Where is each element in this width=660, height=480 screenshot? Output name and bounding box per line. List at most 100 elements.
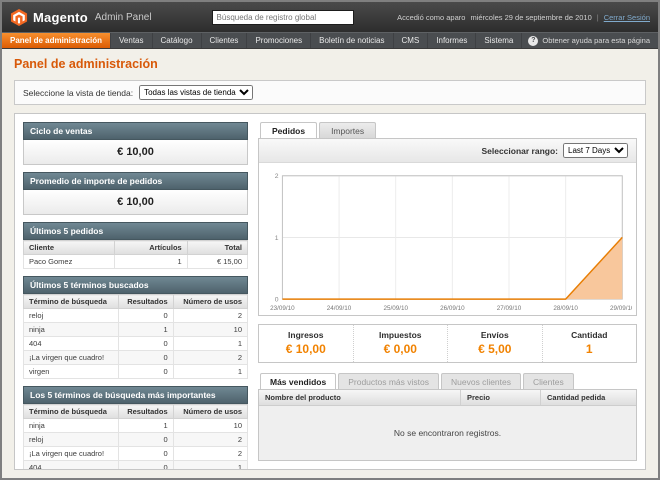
table-cell: 1 [173, 337, 247, 351]
bottom-tab[interactable]: Más vendidos [260, 373, 336, 390]
table-cell: 2 [173, 309, 247, 323]
nav-item[interactable]: Clientes [202, 33, 248, 48]
dashboard-panel: Ciclo de ventas € 10,00 Promedio de impo… [14, 113, 646, 470]
bottom-tab[interactable]: Nuevos clientes [441, 373, 521, 389]
table-cell: 0 [118, 309, 173, 323]
last-orders-card: Últimos 5 pedidos ClienteArtículosTotal … [23, 222, 248, 269]
dashboard-right-column: PedidosImportes Seleccionar rango: Last … [258, 122, 637, 461]
content-area: Panel de administración Seleccione la vi… [2, 49, 658, 478]
main-navbar: Panel de administraciónVentasCatálogoCli… [2, 32, 658, 49]
table-cell: 404 [24, 337, 119, 351]
svg-text:29/09/10: 29/09/10 [610, 305, 632, 312]
stat-value: € 10,00 [259, 342, 353, 356]
column-header: Cantidad pedida [541, 390, 636, 405]
column-header: Término de búsqueda [24, 405, 119, 419]
table-cell: 404 [24, 461, 119, 471]
orders-chart: 01223/09/1024/09/1025/09/1026/09/1027/09… [263, 168, 632, 314]
last-search-terms-table: Término de búsquedaResultadosNúmero de u… [23, 294, 248, 379]
table-cell: reloj [24, 309, 119, 323]
bestsellers-panel: Nombre del productoPrecioCantidad pedida… [258, 389, 637, 461]
nav-item[interactable]: Sistema [476, 33, 522, 48]
top-search-terms-table: Término de búsquedaResultadosNúmero de u… [23, 404, 248, 470]
table-row: 40401 [24, 337, 248, 351]
dashboard-left-column: Ciclo de ventas € 10,00 Promedio de impo… [23, 122, 248, 461]
table-cell: 2 [173, 447, 247, 461]
sales-cycle-card: Ciclo de ventas € 10,00 [23, 122, 248, 165]
table-cell: 0 [118, 337, 173, 351]
nav-item[interactable]: Informes [428, 33, 476, 48]
magento-logo: Magento Admin Panel [10, 9, 152, 26]
table-row: ¡La virgen que cuadro!02 [24, 447, 248, 461]
table-cell: 0 [118, 461, 173, 471]
bottom-tab[interactable]: Clientes [523, 373, 574, 389]
table-cell: 1 [173, 461, 247, 471]
table-cell: virgen [24, 365, 119, 379]
svg-text:2: 2 [275, 173, 279, 180]
chart-tabs: PedidosImportes [258, 122, 637, 138]
range-selector-bar: Seleccionar rango: Last 7 Days [259, 139, 636, 163]
svg-text:23/09/10: 23/09/10 [270, 305, 295, 312]
range-select[interactable]: Last 7 Days [563, 143, 628, 158]
logout-link[interactable]: Cerrar Sesión [604, 13, 650, 22]
last-orders-title: Últimos 5 pedidos [23, 222, 248, 240]
column-header: Cliente [24, 241, 115, 255]
nav-item[interactable]: CMS [394, 33, 429, 48]
table-cell: € 15,00 [187, 255, 247, 269]
orders-chart-panel: Seleccionar rango: Last 7 Days 01223/09/… [258, 138, 637, 316]
total-stat: Cantidad 1 [542, 325, 637, 362]
global-search-input[interactable] [212, 10, 354, 25]
chart-area: 01223/09/1024/09/1025/09/1026/09/1027/09… [259, 163, 636, 315]
last-orders-table: ClienteArtículosTotal Paco Gomez1€ 15,00 [23, 240, 248, 269]
table-cell: ¡La virgen que cuadro! [24, 447, 119, 461]
stat-value: 1 [543, 342, 637, 356]
table-cell: 1 [118, 419, 173, 433]
nav-item[interactable]: Promociones [247, 33, 311, 48]
help-link[interactable]: ? Obtener ayuda para esta página [528, 33, 658, 48]
nav-item[interactable]: Catálogo [153, 33, 202, 48]
table-cell: Paco Gomez [24, 255, 115, 269]
table-cell: 1 [118, 323, 173, 337]
nav-item[interactable]: Ventas [111, 33, 152, 48]
table-cell: 1 [114, 255, 187, 269]
table-row: virgen01 [24, 365, 248, 379]
tab-inactive[interactable]: Importes [319, 122, 376, 138]
column-header: Artículos [114, 241, 187, 255]
magento-logo-icon [10, 9, 28, 26]
store-view-select[interactable]: Todas las vistas de tienda [139, 85, 253, 100]
top-header: Magento Admin Panel Accedió como aparo m… [2, 2, 658, 32]
total-stat: Ingresos€ 10,00 [259, 325, 353, 362]
table-row: reloj02 [24, 433, 248, 447]
bestsellers-empty-message: No se encontraron registros. [259, 406, 636, 460]
stat-label: Cantidad [543, 330, 637, 340]
table-cell: 0 [118, 351, 173, 365]
totals-row: Ingresos€ 10,00Impuestos€ 0,00Envíos€ 5,… [258, 324, 637, 363]
svg-text:26/09/10: 26/09/10 [440, 305, 465, 312]
table-cell: 2 [173, 351, 247, 365]
svg-text:1: 1 [275, 235, 279, 242]
sales-cycle-title: Ciclo de ventas [23, 122, 248, 140]
help-icon: ? [528, 36, 538, 46]
header-separator: | [597, 13, 599, 22]
svg-text:24/09/10: 24/09/10 [327, 305, 352, 312]
nav-item[interactable]: Boletín de noticias [311, 33, 393, 48]
table-row: ninja110 [24, 419, 248, 433]
table-cell: 10 [173, 323, 247, 337]
column-header: Número de usos [173, 405, 247, 419]
stat-value: € 5,00 [448, 342, 542, 356]
svg-text:27/09/10: 27/09/10 [497, 305, 522, 312]
nav-item[interactable]: Panel de administración [2, 33, 111, 48]
column-header: Resultados [118, 295, 173, 309]
column-header: Total [187, 241, 247, 255]
logged-in-as-text: Accedió como aparo [397, 13, 465, 22]
average-order-value: € 10,00 [23, 190, 248, 215]
table-row: ninja110 [24, 323, 248, 337]
bottom-tab[interactable]: Productos más vistos [338, 373, 439, 389]
average-order-card: Promedio de importe de pedidos € 10,00 [23, 172, 248, 215]
svg-text:25/09/10: 25/09/10 [383, 305, 408, 312]
stat-label: Impuestos [354, 330, 448, 340]
table-row: ¡La virgen que cuadro!02 [24, 351, 248, 365]
nav-items: Panel de administraciónVentasCatálogoCli… [2, 33, 522, 48]
table-cell: reloj [24, 433, 119, 447]
tab-active[interactable]: Pedidos [260, 122, 317, 139]
logo-subtitle: Admin Panel [95, 12, 152, 23]
